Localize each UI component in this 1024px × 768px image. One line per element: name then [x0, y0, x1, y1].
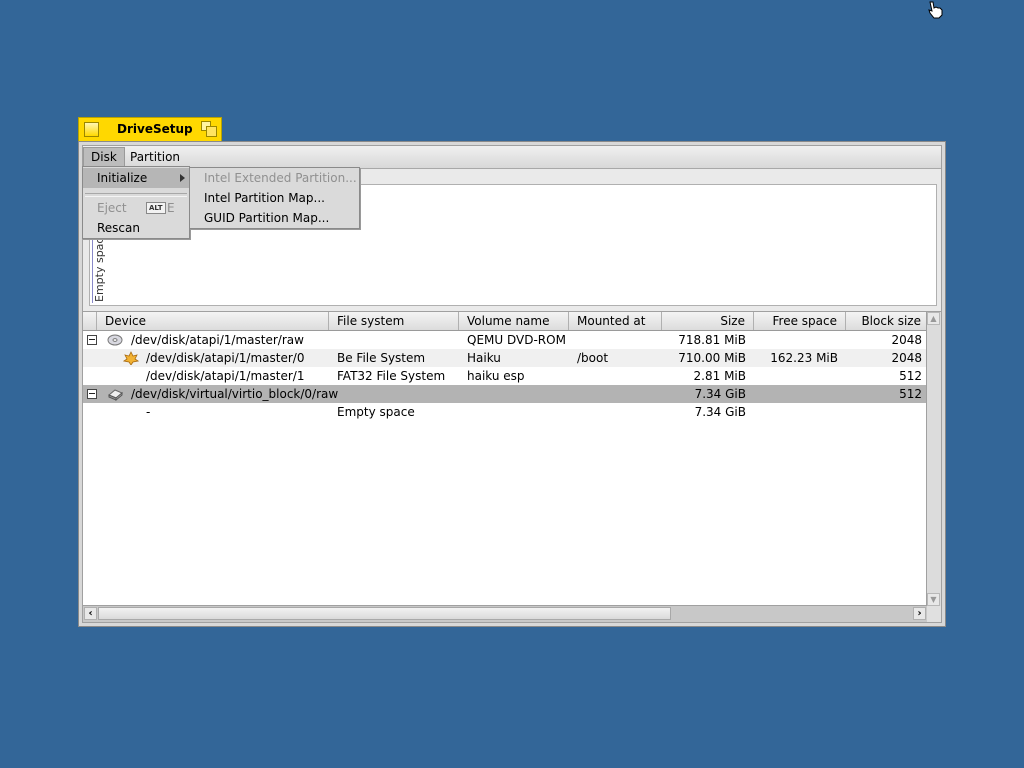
cell-volume-name: QEMU DVD-ROM — [467, 333, 566, 347]
menu-item-label: Eject — [97, 201, 127, 215]
menu-item-intel-extended-partition[interactable]: Intel Extended Partition... — [190, 168, 359, 188]
menu-item-intel-partition-map[interactable]: Intel Partition Map... — [190, 188, 359, 208]
table-row[interactable]: /dev/disk/atapi/1/master/0 Be File Syste… — [83, 349, 927, 367]
cell-size: 710.00 MiB — [678, 351, 746, 365]
scroll-right-arrow-icon[interactable]: › — [913, 607, 926, 620]
cell-size: 7.34 GiB — [694, 387, 746, 401]
table-row-selected[interactable]: /dev/disk/virtual/virtio_block/0/raw 7.3… — [83, 385, 927, 403]
column-header-volume-name[interactable]: Volume name — [459, 312, 569, 330]
cell-block-size: 512 — [899, 369, 922, 383]
table-row[interactable]: /dev/disk/atapi/1/master/raw QEMU DVD-RO… — [83, 331, 927, 349]
cell-device: /dev/disk/atapi/1/master/raw — [131, 333, 304, 347]
menu-item-guid-partition-map[interactable]: GUID Partition Map... — [190, 208, 359, 228]
cell-free-space: 162.23 MiB — [770, 351, 838, 365]
menu-bar: Disk Partition — [83, 146, 941, 169]
initialize-submenu: Intel Extended Partition... Intel Partit… — [189, 167, 360, 229]
vertical-scrollbar[interactable]: ▲ ▼ — [926, 311, 941, 606]
menu-disk[interactable]: Disk — [83, 147, 125, 168]
window-title: DriveSetup — [117, 122, 193, 136]
cell-block-size: 512 — [899, 387, 922, 401]
collapse-toggle-icon[interactable] — [87, 389, 97, 399]
cell-size: 718.81 MiB — [678, 333, 746, 347]
cell-device: /dev/disk/atapi/1/master/0 — [146, 351, 305, 365]
cell-file-system: FAT32 File System — [337, 369, 446, 383]
menu-separator — [85, 193, 187, 197]
table-row[interactable]: - Empty space 7.34 GiB — [83, 403, 927, 421]
column-header-block-size[interactable]: Block size — [846, 312, 930, 330]
menu-item-eject[interactable]: Eject ALT E — [83, 198, 189, 218]
hand-cursor-icon — [928, 1, 943, 19]
zoom-button[interactable] — [201, 121, 217, 137]
menu-item-label: Rescan — [97, 221, 140, 235]
submenu-arrow-icon — [180, 174, 185, 182]
cell-free-space — [754, 403, 838, 421]
column-header-size[interactable]: Size — [662, 312, 754, 330]
cell-file-system: Be File System — [337, 351, 426, 365]
close-button[interactable] — [84, 122, 99, 137]
partition-list: Device File system Volume name Mounted a… — [83, 311, 930, 606]
horizontal-scroll-thumb[interactable] — [98, 607, 671, 620]
scroll-down-arrow-icon[interactable]: ▼ — [927, 593, 940, 606]
shortcut-key: E — [167, 201, 175, 215]
menu-item-initialize[interactable]: Initialize — [83, 168, 189, 188]
cell-volume-name: Haiku — [467, 351, 501, 365]
cell-size: 7.34 GiB — [694, 405, 746, 419]
cell-size: 2.81 MiB — [693, 369, 746, 383]
cell-free-space — [754, 385, 838, 403]
cell-free-space — [754, 331, 838, 349]
cell-mounted-at: /boot — [577, 351, 609, 365]
collapse-toggle-icon[interactable] — [87, 335, 97, 345]
menu-item-rescan[interactable]: Rescan — [83, 218, 189, 238]
segment-label: Empty space — [93, 230, 106, 302]
cell-free-space — [754, 367, 838, 385]
cell-block-size — [846, 403, 922, 421]
scroll-up-arrow-icon[interactable]: ▲ — [927, 312, 940, 325]
table-row[interactable]: /dev/disk/atapi/1/master/1 FAT32 File Sy… — [83, 367, 927, 385]
disk-menu: Initialize Eject ALT E Rescan — [82, 166, 190, 239]
column-header-file-system[interactable]: File system — [329, 312, 459, 330]
alt-key-icon: ALT — [146, 202, 166, 214]
harddisk-icon — [108, 389, 123, 401]
scroll-left-arrow-icon[interactable]: ‹ — [84, 607, 97, 620]
list-header: Device File system Volume name Mounted a… — [83, 312, 930, 331]
cell-volume-name: haiku esp — [467, 369, 525, 383]
menu-partition[interactable]: Partition — [123, 149, 187, 167]
cell-block-size: 2048 — [891, 351, 922, 365]
cd-icon — [107, 334, 123, 346]
header-expander-column — [83, 312, 97, 330]
horizontal-scrollbar[interactable]: ‹ › — [83, 605, 927, 622]
cell-block-size: 2048 — [891, 333, 922, 347]
column-header-device[interactable]: Device — [97, 312, 329, 330]
cell-device: /dev/disk/virtual/virtio_block/0/raw — [131, 387, 339, 401]
resize-handle-icon[interactable] — [927, 606, 941, 622]
cell-device: - — [146, 405, 151, 419]
haiku-leaf-icon — [123, 351, 139, 365]
cell-device: /dev/disk/atapi/1/master/1 — [146, 369, 305, 383]
window-tab[interactable]: DriveSetup — [78, 117, 222, 141]
column-header-mounted-at[interactable]: Mounted at — [569, 312, 662, 330]
menu-item-label: Initialize — [97, 171, 148, 185]
cell-file-system: Empty space — [337, 405, 415, 419]
column-header-free-space[interactable]: Free space — [754, 312, 846, 330]
